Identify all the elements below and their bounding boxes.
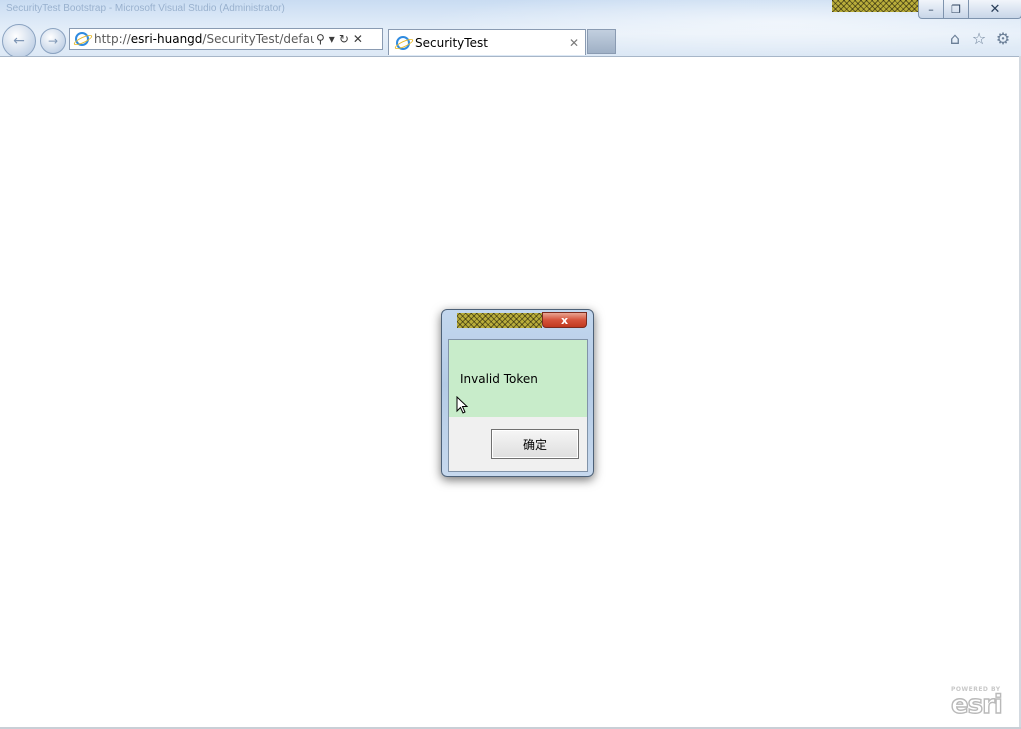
refresh-icon[interactable]: ↻ bbox=[339, 32, 349, 46]
dialog-close-button[interactable]: x bbox=[542, 312, 587, 328]
command-icons: ⌂ ☆ ⚙ bbox=[946, 29, 1012, 48]
minimize-button[interactable]: – bbox=[918, 0, 944, 19]
back-button[interactable]: ← bbox=[2, 24, 36, 56]
forward-arrow-icon: → bbox=[47, 34, 59, 48]
url-text[interactable]: http://esri-huangd/SecurityTest/defau bbox=[94, 32, 314, 46]
esri-wordmark: esri bbox=[950, 690, 1003, 720]
ok-button[interactable]: 确定 bbox=[491, 429, 579, 459]
tab-close-icon[interactable]: ✕ bbox=[569, 36, 579, 50]
address-bar[interactable]: http://esri-huangd/SecurityTest/defau ⚲ … bbox=[69, 28, 383, 50]
close-window-button[interactable]: ✕ bbox=[969, 0, 1021, 19]
esri-logo: POWERED BY esri bbox=[950, 686, 1015, 720]
dialog-message: Invalid Token bbox=[460, 372, 538, 386]
new-tab-button[interactable] bbox=[587, 29, 616, 54]
address-tools: ⚲ ▾ ↻ ✕ bbox=[316, 32, 363, 46]
dialog-title-redacted bbox=[457, 313, 542, 328]
favorites-star-icon[interactable]: ☆ bbox=[970, 29, 988, 48]
search-icon[interactable]: ⚲ bbox=[316, 32, 325, 46]
forward-button[interactable]: → bbox=[40, 28, 66, 54]
restore-button[interactable]: ❐ bbox=[944, 0, 969, 19]
back-arrow-icon: ← bbox=[13, 33, 25, 49]
browser-chrome: SecurityTest Bootstrap - Microsoft Visua… bbox=[0, 0, 1021, 57]
ie-page-icon bbox=[75, 32, 89, 46]
url-host: esri-huangd bbox=[130, 32, 203, 46]
window-title: SecurityTest Bootstrap - Microsoft Visua… bbox=[6, 3, 285, 14]
mouse-cursor-icon bbox=[456, 396, 469, 414]
url-prefix: http:// bbox=[94, 32, 131, 46]
caption-buttons: – ❐ ✕ bbox=[918, 0, 1021, 19]
redacted-area bbox=[832, 0, 918, 12]
stop-icon[interactable]: ✕ bbox=[353, 32, 363, 46]
tab-title: SecurityTest bbox=[415, 35, 488, 50]
home-icon[interactable]: ⌂ bbox=[946, 29, 964, 48]
dropdown-icon[interactable]: ▾ bbox=[329, 32, 335, 46]
alert-dialog: x Invalid Token 确定 bbox=[441, 309, 594, 477]
tab-securitytest[interactable]: SecurityTest ✕ bbox=[388, 29, 586, 55]
gear-icon[interactable]: ⚙ bbox=[994, 29, 1012, 48]
url-path: /SecurityTest/defau bbox=[202, 32, 314, 46]
ie-tab-icon bbox=[396, 35, 410, 50]
